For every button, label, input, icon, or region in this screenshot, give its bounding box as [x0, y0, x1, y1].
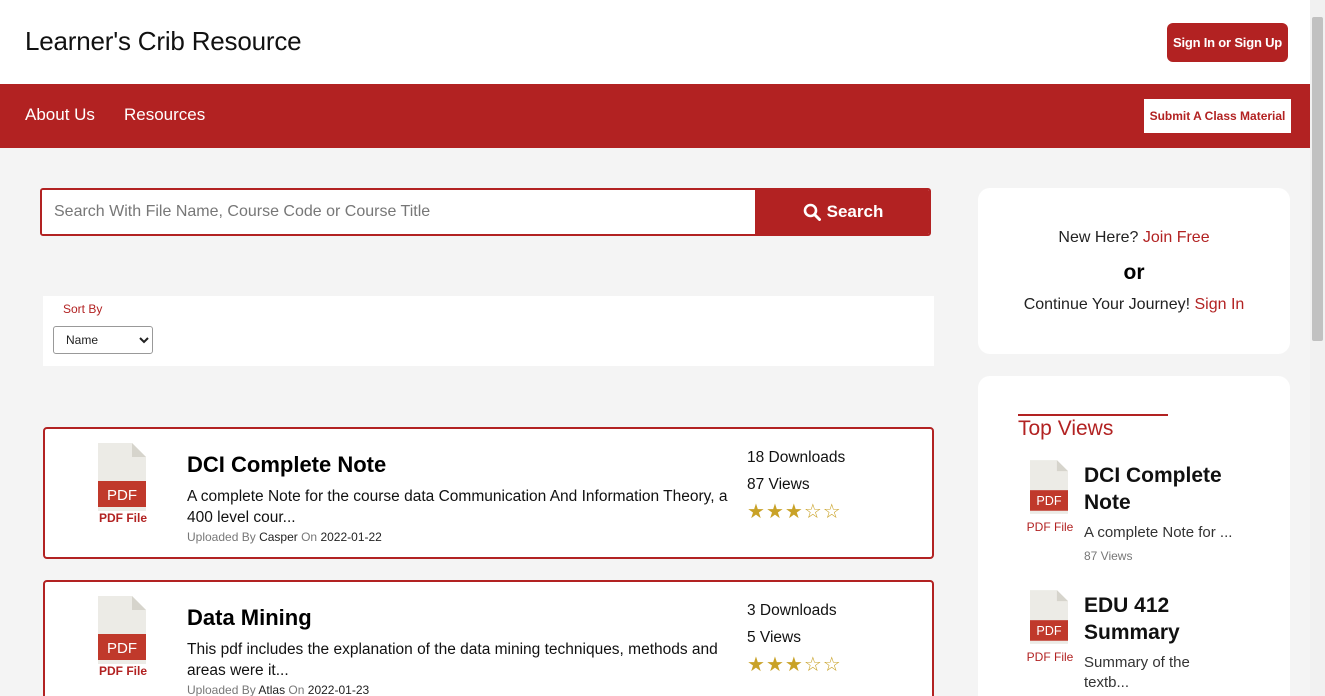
pdf-file-icon: PDF: [1030, 460, 1068, 514]
file-upload-meta: Uploaded By Casper On 2022-01-22: [187, 530, 382, 544]
sort-select[interactable]: Name: [53, 326, 153, 354]
page-scrollbar-thumb[interactable]: [1312, 17, 1323, 341]
on-label: On: [288, 683, 305, 696]
star-filled-icon: ★: [765, 501, 785, 523]
nav-link-resources[interactable]: Resources: [124, 105, 205, 125]
pdf-file-icon: PDF: [1030, 590, 1068, 644]
top-view-views: 87 Views: [1084, 549, 1133, 563]
star-empty-icon: ☆: [803, 501, 823, 523]
sign-in-or-sign-up-button[interactable]: Sign In or Sign Up: [1167, 23, 1288, 62]
search-button[interactable]: Search: [755, 190, 929, 234]
main-nav: About Us Resources Submit A Class Materi…: [0, 84, 1310, 148]
star-filled-icon: ★: [784, 654, 804, 676]
top-views-rule: [1018, 414, 1168, 416]
new-here-text: New Here?: [1058, 229, 1139, 246]
uploader-name: Casper: [259, 530, 298, 544]
search-bar: Search: [40, 188, 931, 236]
top-view-title-line2[interactable]: Note: [1084, 489, 1264, 516]
pdf-icon-text: PDF: [1036, 494, 1062, 508]
star-rating: ★★★☆☆: [747, 652, 842, 677]
download-count: 3 Downloads: [747, 602, 837, 619]
star-empty-icon: ☆: [822, 501, 842, 523]
sign-in-line: Continue Your Journey! Sign In: [978, 296, 1290, 314]
file-upload-meta: Uploaded By Atlas On 2022-01-23: [187, 683, 369, 696]
file-title[interactable]: DCI Complete Note: [187, 452, 386, 478]
upload-date: 2022-01-23: [307, 683, 370, 696]
star-filled-icon: ★: [765, 654, 785, 676]
submit-class-material-button[interactable]: Submit A Class Material: [1144, 99, 1291, 133]
top-view-title-line1[interactable]: DCI Complete: [1084, 462, 1264, 489]
top-view-title-line1[interactable]: EDU 412: [1084, 592, 1264, 619]
search-input[interactable]: [42, 190, 754, 234]
top-view-title-line2[interactable]: Summary: [1084, 619, 1264, 646]
top-views-heading: Top Views: [1018, 417, 1114, 440]
uploaded-by-label: Uploaded By: [187, 683, 256, 696]
on-label: On: [301, 530, 318, 544]
file-type-label: PDF File: [98, 511, 147, 525]
top-views-panel: Top Views PDF PDF File DCI Complete Note…: [978, 376, 1290, 696]
star-empty-icon: ☆: [803, 654, 823, 676]
continue-journey-text: Continue Your Journey!: [1023, 296, 1191, 313]
star-filled-icon: ★: [747, 654, 766, 676]
pdf-file-icon: PDF: [98, 443, 146, 511]
top-view-description-line2: textb...: [1084, 674, 1130, 691]
star-filled-icon: ★: [784, 501, 804, 523]
search-button-label: Search: [826, 202, 884, 221]
top-view-description-line1: Summary of the: [1084, 654, 1190, 671]
pdf-icon-text: PDF: [107, 487, 137, 504]
sort-by-label: Sort By: [63, 302, 103, 316]
top-header: Learner's Crib Resource Sign In or Sign …: [0, 0, 1310, 84]
join-panel: New Here? Join Free or Continue Your Jou…: [978, 188, 1290, 354]
uploaded-by-label: Uploaded By: [187, 530, 256, 544]
uploader-name: Atlas: [258, 683, 286, 696]
upload-date: 2022-01-22: [320, 530, 382, 544]
star-filled-icon: ★: [747, 501, 766, 523]
file-card[interactable]: PDF PDF File Data Mining This pdf includ…: [43, 580, 934, 696]
search-icon: [803, 203, 821, 221]
file-type-label: PDF File: [1026, 520, 1074, 534]
download-count: 18 Downloads: [747, 449, 846, 466]
file-description: This pdf includes the explanation of the…: [187, 641, 718, 679]
star-empty-icon: ☆: [822, 654, 842, 676]
pdf-icon-text: PDF: [107, 640, 137, 657]
sort-panel: Sort By Name: [43, 296, 934, 366]
pdf-icon-text: PDF: [1036, 624, 1062, 638]
file-description: A complete Note for the course data Comm…: [187, 488, 728, 526]
nav-link-about-us[interactable]: About Us: [25, 105, 95, 125]
file-type-label: PDF File: [1026, 650, 1074, 664]
file-title[interactable]: Data Mining: [187, 605, 312, 631]
pdf-file-icon: PDF: [98, 596, 146, 664]
star-rating: ★★★☆☆: [747, 499, 842, 524]
file-type-label: PDF File: [98, 664, 147, 678]
site-logo-text[interactable]: Learner's Crib Resource: [25, 26, 302, 57]
file-card[interactable]: PDF PDF File DCI Complete Note A complet…: [43, 427, 934, 559]
or-divider-text: or: [1123, 261, 1145, 284]
view-count: 5 Views: [747, 629, 801, 646]
join-line: New Here? Join Free: [978, 229, 1290, 247]
top-view-description: A complete Note for ...: [1084, 524, 1233, 541]
join-free-link[interactable]: Join Free: [1143, 229, 1210, 246]
sign-in-link[interactable]: Sign In: [1194, 296, 1244, 313]
view-count: 87 Views: [747, 476, 810, 493]
